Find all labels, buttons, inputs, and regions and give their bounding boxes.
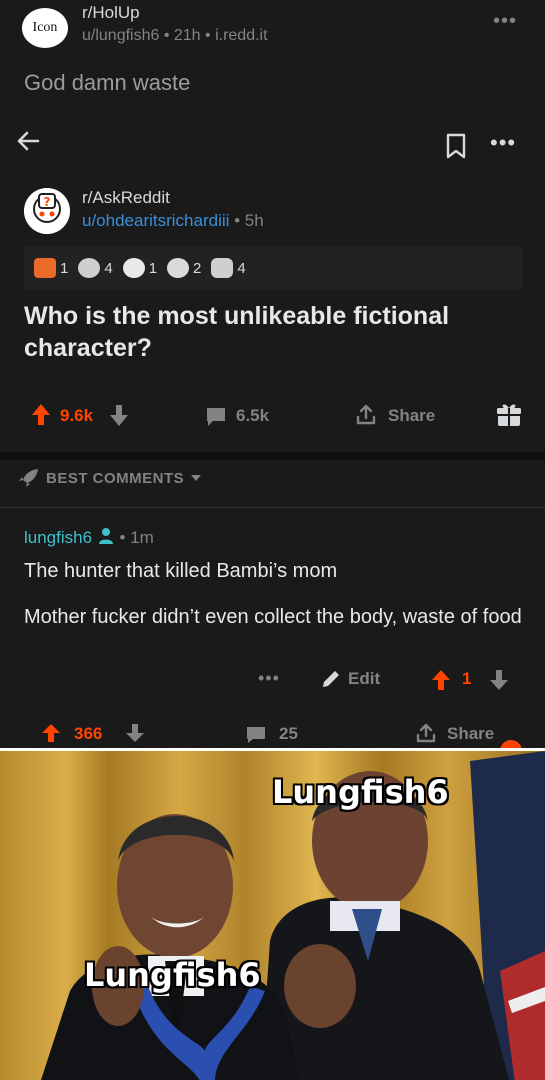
post-share-button[interactable]: Share <box>447 724 494 744</box>
share-button[interactable]: Share <box>388 406 435 426</box>
comment-score: 1 <box>462 669 472 688</box>
embedded-author[interactable]: u/ohdearitsrichardiii • 5h <box>82 211 264 231</box>
award-coin-icon <box>167 258 190 278</box>
post-downvote-icon[interactable] <box>124 722 146 744</box>
chevron-down-icon <box>191 475 202 481</box>
meme-caption-top: Lungfish6 <box>272 773 449 811</box>
post-comment-count[interactable]: 25 <box>279 724 298 744</box>
post-title: God damn waste <box>24 70 191 95</box>
share-icon[interactable] <box>354 403 378 427</box>
back-arrow-icon[interactable] <box>12 125 44 157</box>
award-bear-icon <box>211 258 234 278</box>
user-icon <box>98 528 113 544</box>
award-count: 2 <box>193 259 202 277</box>
more-options-icon[interactable]: ••• <box>490 130 516 156</box>
meme-image: Lungfish6 Lungfish6 <box>0 748 545 1080</box>
question-title[interactable]: Who is the most unlikeable fictional cha… <box>24 300 504 364</box>
comment-more-icon[interactable]: ••• <box>258 668 280 689</box>
post-more-icon[interactable]: ••• <box>493 10 517 33</box>
award-count: 1 <box>148 259 158 277</box>
comment-icon[interactable] <box>204 406 228 428</box>
embedded-time: • 5h <box>229 211 264 230</box>
award-count: 4 <box>104 259 113 277</box>
svg-text:?: ? <box>44 195 51 209</box>
gift-award-icon[interactable] <box>496 402 522 428</box>
award-count: 4 <box>237 259 246 277</box>
award-bear[interactable]: 4 <box>211 258 246 278</box>
comment-upvote-icon[interactable] <box>430 668 452 692</box>
sort-label: BEST COMMENTS <box>46 469 185 487</box>
edit-button[interactable]: Edit <box>348 669 380 689</box>
comment-text-line-2: Mother fucker didn’t even collect the bo… <box>24 606 522 628</box>
award-hugz-icon <box>34 258 56 278</box>
award-hugz[interactable]: 1 <box>34 258 68 278</box>
comment-sort-dropdown[interactable]: BEST COMMENTS <box>18 468 202 488</box>
award-silver[interactable]: 1 <box>122 258 158 278</box>
comment-count[interactable]: 6.5k <box>236 406 269 426</box>
upvote-icon[interactable] <box>30 402 52 428</box>
award-count: 1 <box>60 259 69 277</box>
comment-author[interactable]: lungfish6 • 1m <box>24 527 154 548</box>
pencil-icon[interactable] <box>320 668 342 690</box>
upvote-count: 9.6k <box>60 406 94 425</box>
awards-bar[interactable]: 1 4 1 2 4 <box>24 246 522 290</box>
rocket-icon <box>19 469 38 487</box>
subreddit-name[interactable]: r/HolUp <box>82 3 140 23</box>
post-share-icon[interactable] <box>414 722 438 744</box>
section-divider <box>0 452 545 460</box>
meme-caption-bottom: Lungfish6 <box>84 956 261 994</box>
post-meta: u/lungfish6 • 21h • i.redd.it <box>82 27 268 44</box>
comment-text-line-1: The hunter that killed Bambi’s mom <box>24 560 338 582</box>
post-upvote-icon[interactable] <box>40 722 62 744</box>
divider-line <box>0 507 545 508</box>
post-upvote-count: 366 <box>74 724 103 743</box>
subreddit-avatar[interactable]: Icon <box>22 8 68 48</box>
award-wholesome[interactable]: 4 <box>78 258 113 278</box>
comment-downvote-icon[interactable] <box>488 668 510 692</box>
embedded-subreddit[interactable]: r/AskReddit <box>82 188 170 208</box>
comment-time: • 1m <box>119 528 154 547</box>
award-silver-icon <box>122 258 145 278</box>
award-wholesome-icon <box>78 258 101 278</box>
award-coin[interactable]: 2 <box>167 258 201 278</box>
comment-username[interactable]: lungfish6 <box>24 528 92 547</box>
embedded-username[interactable]: u/ohdearitsrichardiii <box>82 211 229 230</box>
downvote-icon[interactable] <box>108 402 130 428</box>
bookmark-icon[interactable] <box>444 132 468 160</box>
askreddit-avatar[interactable]: ? <box>24 188 70 234</box>
post-comment-icon[interactable] <box>244 725 268 745</box>
